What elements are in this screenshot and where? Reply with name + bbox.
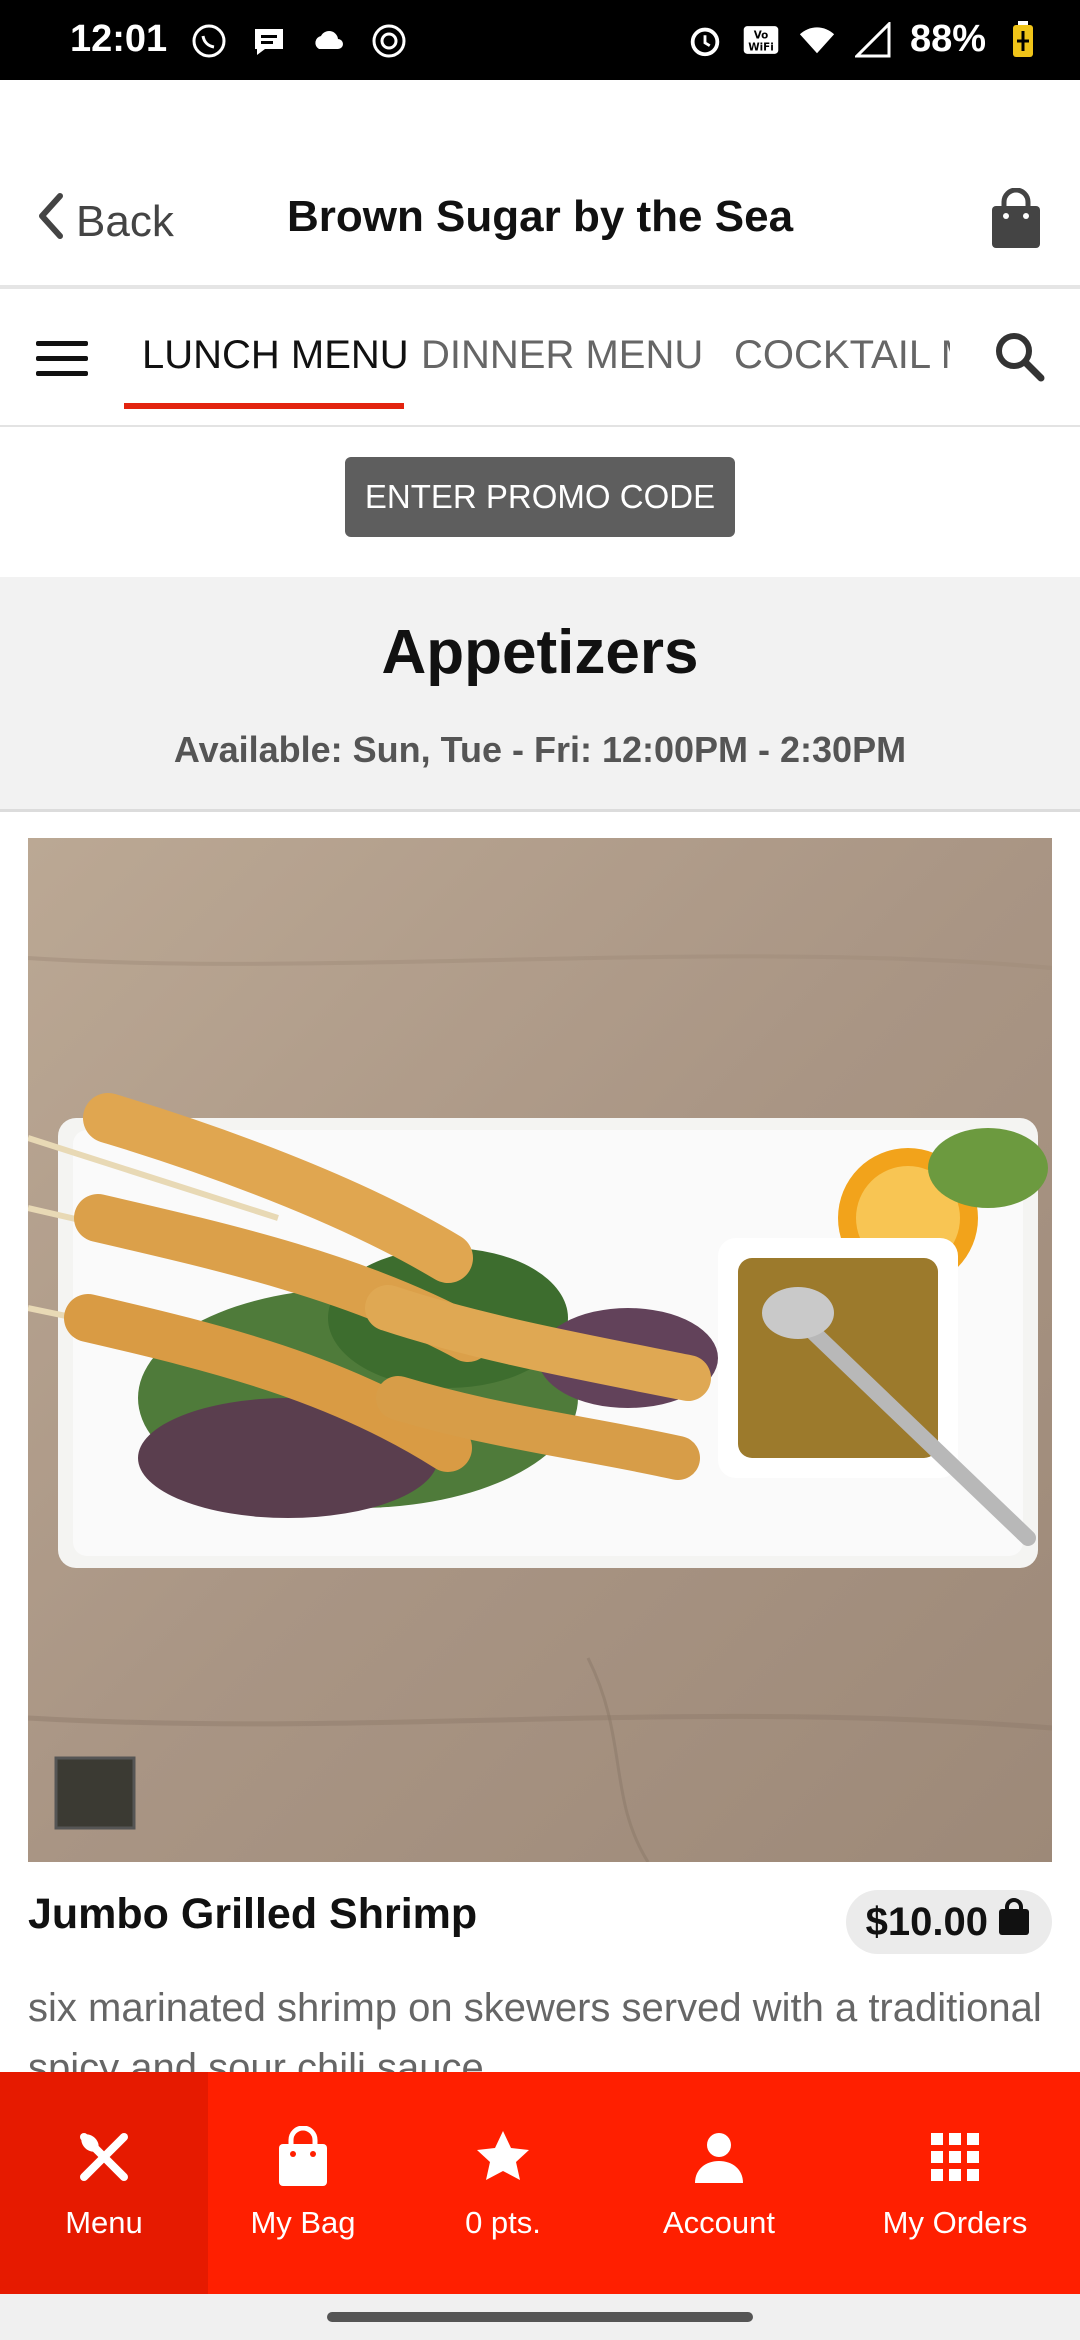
cloud-icon: [310, 22, 348, 60]
bag-icon: [996, 1897, 1032, 1947]
promo-code-button[interactable]: ENTER PROMO CODE: [345, 457, 735, 537]
nav-my-bag[interactable]: My Bag: [208, 2072, 398, 2294]
menu-tabbar: LUNCH MENU DINNER MENU COCKTAIL ME: [0, 289, 1080, 427]
item-name[interactable]: Jumbo Grilled Shrimp: [28, 1890, 477, 1939]
nav-points[interactable]: 0 pts.: [398, 2072, 608, 2294]
section-title: Appetizers: [381, 618, 699, 687]
signal-icon: [854, 21, 892, 59]
system-status-icons: Vo WiFi 88%: [686, 18, 1042, 61]
home-gesture-bar[interactable]: [327, 2312, 753, 2322]
battery-level: 88%: [909, 18, 986, 60]
item-price: $10.00: [865, 1899, 988, 1944]
nav-my-bag-label: My Bag: [250, 2205, 356, 2240]
battery-icon: [1004, 20, 1042, 59]
status-bar: 12:01 Vo WiFi 88%: [0, 0, 1080, 80]
nav-menu[interactable]: Menu: [0, 2072, 208, 2294]
section-header: Appetizers Available: Sun, Tue - Fri: 12…: [0, 577, 1080, 812]
person-icon: [687, 2125, 751, 2189]
grid-icon: [923, 2125, 987, 2189]
tab-lunch-menu[interactable]: LUNCH MENU: [142, 333, 409, 378]
fork-knife-icon: [72, 2125, 136, 2189]
nav-menu-label: Menu: [65, 2205, 143, 2240]
item-photo[interactable]: [28, 838, 1052, 1862]
add-to-bag-price-button[interactable]: $10.00: [845, 1890, 1052, 1954]
tab-dinner-menu[interactable]: DINNER MENU: [421, 333, 703, 378]
nav-my-orders[interactable]: My Orders: [830, 2072, 1080, 2294]
app-header: Back Brown Sugar by the Sea: [0, 80, 1080, 289]
svg-text:WiFi: WiFi: [748, 41, 774, 53]
nav-account[interactable]: Account: [608, 2072, 830, 2294]
header-bag-button[interactable]: [988, 187, 1044, 255]
svg-text:Vo: Vo: [754, 29, 769, 41]
bag-icon: [271, 2125, 335, 2189]
star-icon: [471, 2125, 535, 2189]
message-icon: [250, 22, 288, 60]
bottom-navigation: Menu My Bag 0 pts. Account My Orders: [0, 2072, 1080, 2294]
gesture-area: [0, 2294, 1080, 2340]
page-title: Brown Sugar by the Sea: [286, 192, 794, 241]
notification-icons: [190, 22, 408, 60]
nav-points-label: 0 pts.: [465, 2205, 541, 2240]
promo-area: ENTER PROMO CODE: [0, 427, 1080, 577]
vowifi-icon: Vo WiFi: [742, 21, 780, 59]
status-time: 12:01: [70, 18, 168, 60]
bag-icon: [988, 187, 1044, 254]
search-icon: [990, 333, 1050, 391]
nav-my-orders-label: My Orders: [882, 2205, 1028, 2240]
section-availability: Available: Sun, Tue - Fri: 12:00PM - 2:3…: [173, 729, 907, 770]
search-button[interactable]: [990, 327, 1050, 387]
hamburger-menu-icon[interactable]: [36, 341, 88, 377]
nav-account-label: Account: [662, 2205, 775, 2240]
wifi-icon: [798, 21, 836, 59]
app-badge-icon: [370, 22, 408, 60]
whatsapp-icon: [190, 22, 228, 60]
alarm-icon: [686, 21, 724, 59]
active-tab-indicator: [124, 403, 404, 409]
